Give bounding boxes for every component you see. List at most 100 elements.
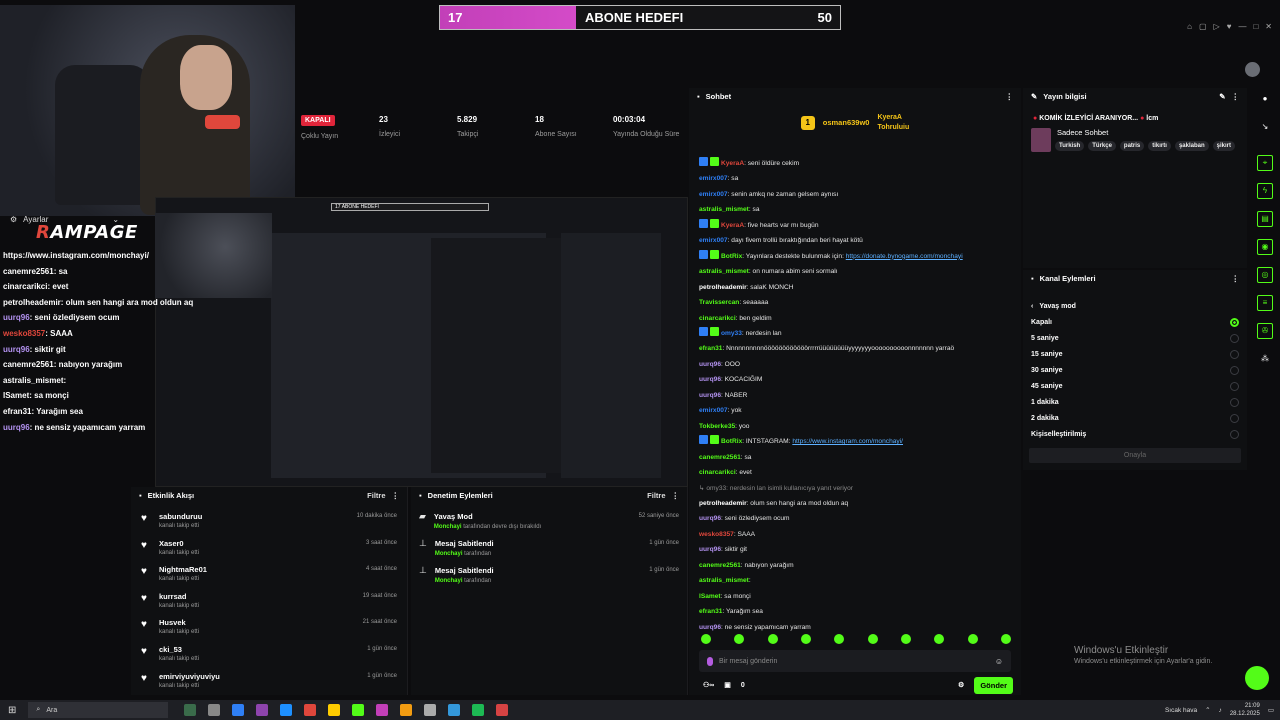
stat-multistream[interactable]: KAPALI Çoklu Yayın	[295, 105, 373, 165]
slow-mode-option[interactable]: 5 saniye	[1023, 330, 1247, 346]
slow-mode-option[interactable]: 45 saniye	[1023, 378, 1247, 394]
slow-mode-option[interactable]: 15 saniye	[1023, 346, 1247, 362]
slow-mode-option[interactable]: 1 dakika	[1023, 394, 1247, 410]
emote-icon[interactable]	[734, 634, 745, 644]
radio-button[interactable]	[1230, 429, 1239, 439]
chat-username[interactable]: cinarcarikci	[699, 469, 736, 476]
chat-username[interactable]: astralis_mismet	[699, 268, 749, 275]
chat-username[interactable]: petrolheademir	[699, 284, 747, 291]
radio-button[interactable]	[1230, 317, 1239, 327]
stream-tag[interactable]: şikırt	[1212, 141, 1235, 151]
chat-message[interactable]: emirx007: senin amkq ne zaman gelsem ayn…	[699, 187, 1017, 202]
chat-username[interactable]: emirx007	[699, 191, 728, 198]
users-icon[interactable]: ⚇∞	[703, 681, 714, 689]
chat-icon[interactable]: ◉	[1257, 239, 1273, 255]
weather-label[interactable]: Sıcak hava	[1165, 707, 1197, 714]
radio-button[interactable]	[1230, 365, 1239, 375]
chat-username[interactable]: lSamet	[699, 593, 721, 600]
chat-username[interactable]: wesko8357	[699, 531, 734, 538]
pin-icon[interactable]: ⌂	[1187, 22, 1192, 31]
chat-message[interactable]: uurq96: KOCACIĞIM	[699, 372, 1017, 387]
taskbar-app-icon[interactable]	[328, 704, 341, 716]
slow-mode-option[interactable]: Kapalı	[1023, 314, 1247, 330]
radio-button[interactable]	[1230, 397, 1239, 407]
chat-username[interactable]: petrolheademir	[699, 500, 747, 507]
mute-icon[interactable]: ▷	[1214, 22, 1220, 31]
more-icon[interactable]: ⋮	[1232, 274, 1240, 283]
chat-message[interactable]: efran31: Yarağım sea	[699, 604, 1017, 619]
chat-message[interactable]: uurq96: OOO	[699, 357, 1017, 372]
emote-icon[interactable]	[1000, 634, 1011, 644]
stream-tag[interactable]: şaklaban	[1174, 141, 1209, 151]
more-icon[interactable]: ⋮	[672, 491, 680, 500]
edit-icon[interactable]: ✎	[1219, 92, 1225, 101]
taskbar-app-icon[interactable]	[304, 704, 317, 716]
chat-message[interactable]: BotRix: Yayınlara destekte bulunmak için…	[699, 249, 1017, 264]
help-button[interactable]	[1245, 666, 1269, 690]
chat-message[interactable]: petrolheademir: salaK MONCH	[699, 280, 1017, 295]
activity-item[interactable]: ♥ NightmaRe01 kanalı takip etti 4 saat önce	[131, 564, 407, 591]
close-button[interactable]: ✕	[1265, 22, 1272, 31]
activity-item[interactable]: ♥ sabunduruu kanalı takip etti 10 dakika ön…	[131, 511, 407, 538]
stream-tag[interactable]: tikırtı	[1148, 141, 1171, 151]
emote-icon[interactable]	[900, 634, 911, 644]
gift-icon[interactable]: ▣	[724, 681, 731, 689]
notifications-icon[interactable]: ▭	[1268, 706, 1274, 714]
broadcast-icon[interactable]: ◎	[1257, 267, 1273, 283]
radio-button[interactable]	[1230, 381, 1239, 391]
chat-message[interactable]: emirx007: yok	[699, 403, 1017, 418]
taskbar-app-icon[interactable]	[496, 704, 509, 716]
activity-item[interactable]: ♥ cki_53 kanalı takip etti 1 gün önce	[131, 644, 407, 671]
chat-message[interactable]: wesko8357: SAAA	[699, 527, 1017, 542]
chat-message[interactable]: emirx007: dayı fivem trollü bıraktığında…	[699, 233, 1017, 248]
chat-message[interactable]: astralis_mismet: sa	[699, 202, 1017, 217]
chat-message[interactable]: cinarcarikci: ben geldim	[699, 311, 1017, 326]
chat-message[interactable]: uurq96: siktir git	[699, 542, 1017, 557]
chat-message[interactable]: KyeraA: seni öldüre cekim	[699, 156, 1017, 171]
stream-tag[interactable]: Türkçe	[1088, 141, 1116, 151]
chat-username[interactable]: efran31	[699, 608, 722, 615]
send-button[interactable]: Gönder	[974, 676, 1013, 694]
chat-username[interactable]: cinarcarikci	[699, 315, 736, 322]
chat-message[interactable]: cinarcarikci: evet	[699, 465, 1017, 480]
chat-message[interactable]: Tokberke35: yoo	[699, 419, 1017, 434]
chat-username[interactable]: BotRix	[721, 438, 742, 445]
chat-input[interactable]: Bir mesaj gönderin ☺	[699, 650, 1011, 672]
chat-username[interactable]: Tokberke35	[699, 423, 735, 430]
chat-username[interactable]: efran31	[699, 345, 722, 352]
chat-username[interactable]: Travissercan	[699, 299, 739, 306]
chat-link[interactable]: https://www.instagram.com/monchayi/	[792, 438, 903, 445]
moderation-item[interactable]: ⊥ Mesaj Sabitlendi Monchayi tarafından 1 gü…	[411, 538, 687, 565]
taskbar-app-icon[interactable]	[184, 704, 197, 716]
slow-mode-option[interactable]: 30 saniye	[1023, 362, 1247, 378]
chat-username[interactable]: emirx007	[699, 407, 728, 414]
chat-message[interactable]: omy33: nerdesin lan	[699, 326, 1017, 341]
chat-username[interactable]: uurq96	[699, 624, 721, 631]
moderation-item[interactable]: ⊥ Mesaj Sabitlendi Monchayi tarafından 1 gü…	[411, 565, 687, 592]
taskbar-app-icon[interactable]	[352, 704, 365, 716]
activity-item[interactable]: ♥ Husvek kanalı takip etti 21 saat önce	[131, 617, 407, 644]
chat-message[interactable]: canemre2561: sa	[699, 450, 1017, 465]
fullscreen-icon[interactable]: ⌖	[1257, 155, 1273, 171]
chat-message[interactable]: uurq96: ne sensiz yapamıcam yarram	[699, 620, 1017, 635]
minimize-button[interactable]: —	[1238, 22, 1246, 31]
chat-message[interactable]: KyeraA: five hearts var mı bugün	[699, 218, 1017, 233]
chevron-up-icon[interactable]: ⌃	[1205, 706, 1210, 714]
chat-message[interactable]: astralis_mismet: on numara abim seni sor…	[699, 264, 1017, 279]
taskbar-app-icon[interactable]	[232, 704, 245, 716]
chat-message[interactable]: efran31: Nnnnnnnnnnöööööööööööörrrrrüüüü…	[699, 341, 1017, 356]
radio-button[interactable]	[1230, 333, 1239, 343]
taskbar-app-icon[interactable]	[400, 704, 413, 716]
chat-username[interactable]: emirx007	[699, 175, 728, 182]
chat-username[interactable]: uurq96	[699, 392, 721, 399]
chat-link[interactable]: https://donate.bynogame.com/monchayi	[846, 253, 963, 260]
chat-message[interactable]: BotRix: INTSTAGRAM: https://www.instagra…	[699, 434, 1017, 449]
chat-username[interactable]: uurq96	[699, 376, 721, 383]
info-icon[interactable]: ●	[1257, 91, 1273, 107]
taskbar-app-icon[interactable]	[424, 704, 437, 716]
list-icon[interactable]: ≡	[1257, 295, 1273, 311]
taskbar-app-icon[interactable]	[280, 704, 293, 716]
filter-button[interactable]: Filtre	[647, 491, 665, 500]
chat-message[interactable]: uurq96: NABER	[699, 388, 1017, 403]
lightning-icon[interactable]: ϟ	[1257, 183, 1273, 199]
